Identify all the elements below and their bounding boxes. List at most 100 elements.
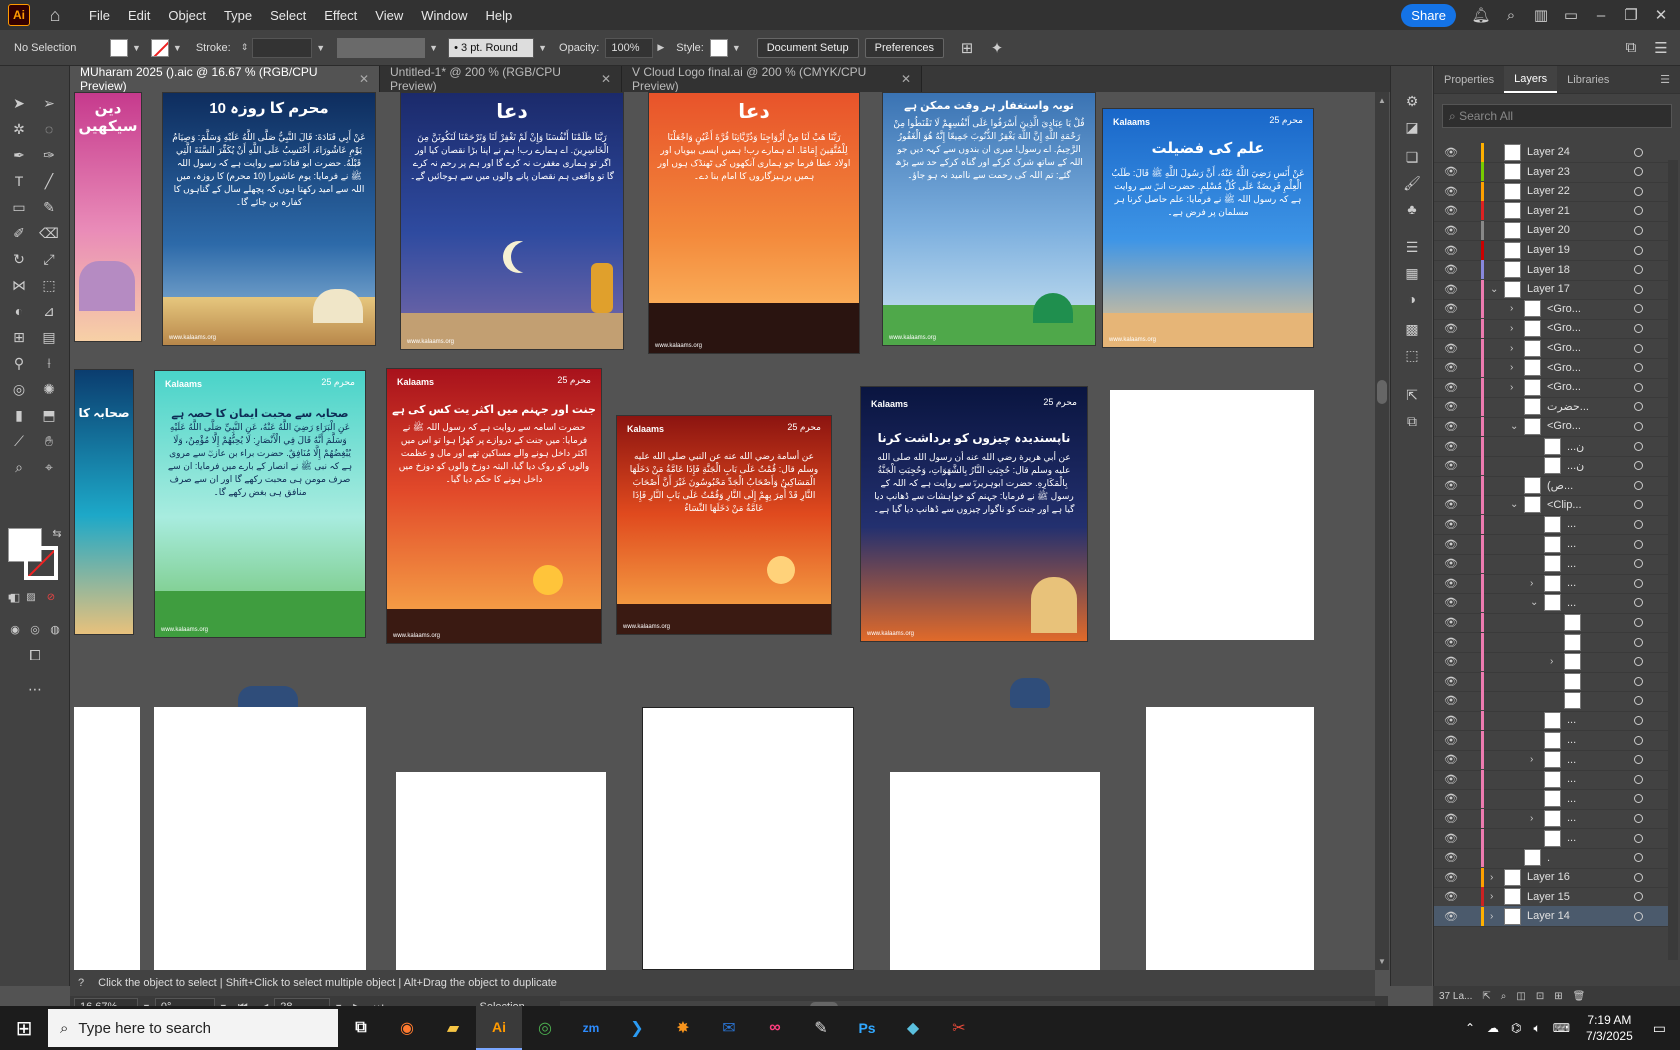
target-icon[interactable] [1634,461,1643,471]
target-icon[interactable] [1634,892,1643,902]
eye-icon[interactable]: 👁︎ [1444,871,1458,884]
notification-icon[interactable]: ▭ [1653,1020,1666,1037]
layer-row[interactable]: 👁︎ › Layer 14 [1434,906,1668,928]
target-icon[interactable] [1634,755,1643,765]
minimize-icon[interactable]: – [1590,4,1612,26]
free-transform-icon[interactable]: ⬚ [38,274,60,296]
mesh-tool-icon[interactable]: ⊞ [8,326,30,348]
layer-row[interactable]: 👁︎. [1434,848,1668,869]
layer-row[interactable]: 👁︎ › <Gro... [1434,338,1668,359]
vscode-icon[interactable]: ❯ [614,1006,660,1050]
chevron-right-icon[interactable]: › [1530,578,1533,589]
panel-menu-icon[interactable]: ☰ [1650,37,1672,59]
windows-start-icon[interactable]: ⊞ [0,1006,48,1050]
eye-icon[interactable]: 👁︎ [1444,479,1458,492]
eye-icon[interactable]: 👁︎ [1444,518,1458,531]
artboard-tauba[interactable]: توبہ واستغفار ہر وقت ممکن ہے قُلْ يَا عِ… [882,92,1096,346]
layer-row[interactable]: 👁︎ › Layer 16 [1434,867,1668,889]
color-mode-icon[interactable]: ■ [4,590,18,604]
eye-icon[interactable]: 👁︎ [1444,204,1458,217]
illustrator-taskbar-icon[interactable]: Ai [476,1006,522,1050]
fill-swatch[interactable] [110,38,128,57]
app-tool-icon[interactable]: ✂ [936,1006,982,1050]
target-icon[interactable] [1634,421,1643,431]
artboard-deen[interactable]: دین سیکھیں [74,92,142,342]
gradient-tool-icon[interactable]: ▤ [38,326,60,348]
color-panel-icon[interactable]: ◑ [1401,288,1423,310]
hand-tool-icon[interactable]: ✋︎ [38,430,60,452]
blend-tool-icon[interactable]: ◎ [8,378,30,400]
menu-window[interactable]: Window [412,8,476,23]
symbol-sprayer-icon[interactable]: ✺ [38,378,60,400]
workspace-icon[interactable]: ▭ [1560,4,1582,26]
eye-icon[interactable]: 👁︎ [1444,753,1458,766]
target-icon[interactable] [1634,265,1643,275]
target-icon[interactable] [1634,206,1643,216]
target-icon[interactable] [1634,519,1643,529]
target-icon[interactable] [1634,853,1643,863]
tab-properties[interactable]: Properties [1434,66,1504,93]
xampp-icon[interactable]: ✸ [660,1006,706,1050]
menu-help[interactable]: Help [476,8,521,23]
variable-width-profile[interactable] [337,37,426,58]
artboard-tool-icon[interactable]: ⬒ [38,404,60,426]
chevron-down-icon[interactable]: ⌄ [1510,499,1518,510]
layer-row[interactable]: 👁︎ › Layer 15 [1434,887,1668,908]
target-icon[interactable] [1634,382,1643,392]
eye-icon[interactable]: 👁︎ [1444,792,1458,805]
firefox-icon[interactable]: ◉ [384,1006,430,1050]
eye-icon[interactable]: 👁︎ [1444,734,1458,747]
empty-artboard[interactable] [396,772,606,970]
layer-row[interactable]: 👁︎ ›... [1434,750,1668,771]
target-icon[interactable] [1634,402,1643,412]
recolor-icon[interactable]: ✦ [986,37,1008,59]
volume-icon[interactable]: 🔈︎ [1534,1021,1541,1036]
tab-v-cloud-logo[interactable]: V Cloud Logo final.ai @ 200 % (CMYK/CPU … [622,65,922,93]
scroll-thumb[interactable] [1377,380,1387,404]
pen-app-icon[interactable]: ✎ [798,1006,844,1050]
eye-icon[interactable]: 👁︎ [1444,185,1458,198]
target-icon[interactable] [1634,872,1643,882]
chrome-icon[interactable]: ◎ [522,1006,568,1050]
eye-icon[interactable]: 👁︎ [1444,538,1458,551]
artboard-muharram-fast[interactable]: 10 محرم کا روزہ عَنْ أَبِي قَتَادَةَ: قَ… [162,92,376,346]
brush-field[interactable]: • 3 pt. Round [448,37,535,58]
close-tab-icon[interactable]: ✕ [901,72,911,86]
stroke-swatch[interactable] [150,38,169,57]
home-icon[interactable]: ⌂ [44,4,66,26]
taskbar-clock[interactable]: 7:19 AM 7/3/2025 [1586,1012,1633,1044]
stroke-panel-icon[interactable]: ☰ [1401,236,1423,258]
layer-row[interactable]: 👁︎ › <Gro... [1434,377,1668,399]
eye-icon[interactable]: 👁︎ [1444,224,1458,237]
eye-icon[interactable]: 👁︎ [1444,675,1458,688]
menu-edit[interactable]: Edit [119,8,159,23]
eye-icon[interactable]: 👁︎ [1444,400,1458,413]
target-icon[interactable] [1634,578,1643,588]
eye-icon[interactable]: 👁︎ [1444,283,1458,296]
eyedropper-icon[interactable]: ⚲ [8,352,30,374]
layer-row[interactable]: 👁︎... [1434,789,1668,810]
eye-icon[interactable]: 👁︎ [1444,498,1458,511]
chevron-down-icon[interactable]: ▼ [316,43,325,53]
collect-export-icon[interactable]: ⇱ [1482,991,1490,1002]
align-icon[interactable]: ⊞ [956,37,978,59]
eye-icon[interactable]: 👁︎ [1444,420,1458,433]
arrange-documents-icon[interactable]: ▥ [1530,4,1552,26]
layer-row[interactable]: 👁︎ Layer 24 [1434,142,1668,163]
gradient-panel-icon[interactable]: ▦ [1401,262,1423,284]
chevron-right-icon[interactable]: › [1550,656,1553,667]
delete-layer-icon[interactable]: 🗑︎ [1573,991,1586,1002]
layer-row[interactable]: 👁︎ › <Gro... [1434,299,1668,320]
gradient-mode-icon[interactable]: ▨ [24,590,38,604]
layer-row[interactable]: 👁︎ [1434,632,1668,653]
layer-row[interactable]: 👁︎... [1434,769,1668,791]
layer-row[interactable]: 👁︎... [1434,514,1668,536]
eye-icon[interactable]: 👁︎ [1444,146,1458,159]
none-mode-icon[interactable]: ⊘ [44,590,58,604]
eye-icon[interactable]: 👁︎ [1444,832,1458,845]
target-icon[interactable] [1634,500,1643,510]
layer-row[interactable]: 👁︎ Layer 20 [1434,220,1668,242]
target-icon[interactable] [1634,774,1643,784]
taskbar-search-input[interactable]: ⌕ Type here to search [48,1009,338,1047]
eye-icon[interactable]: 👁︎ [1444,361,1458,374]
